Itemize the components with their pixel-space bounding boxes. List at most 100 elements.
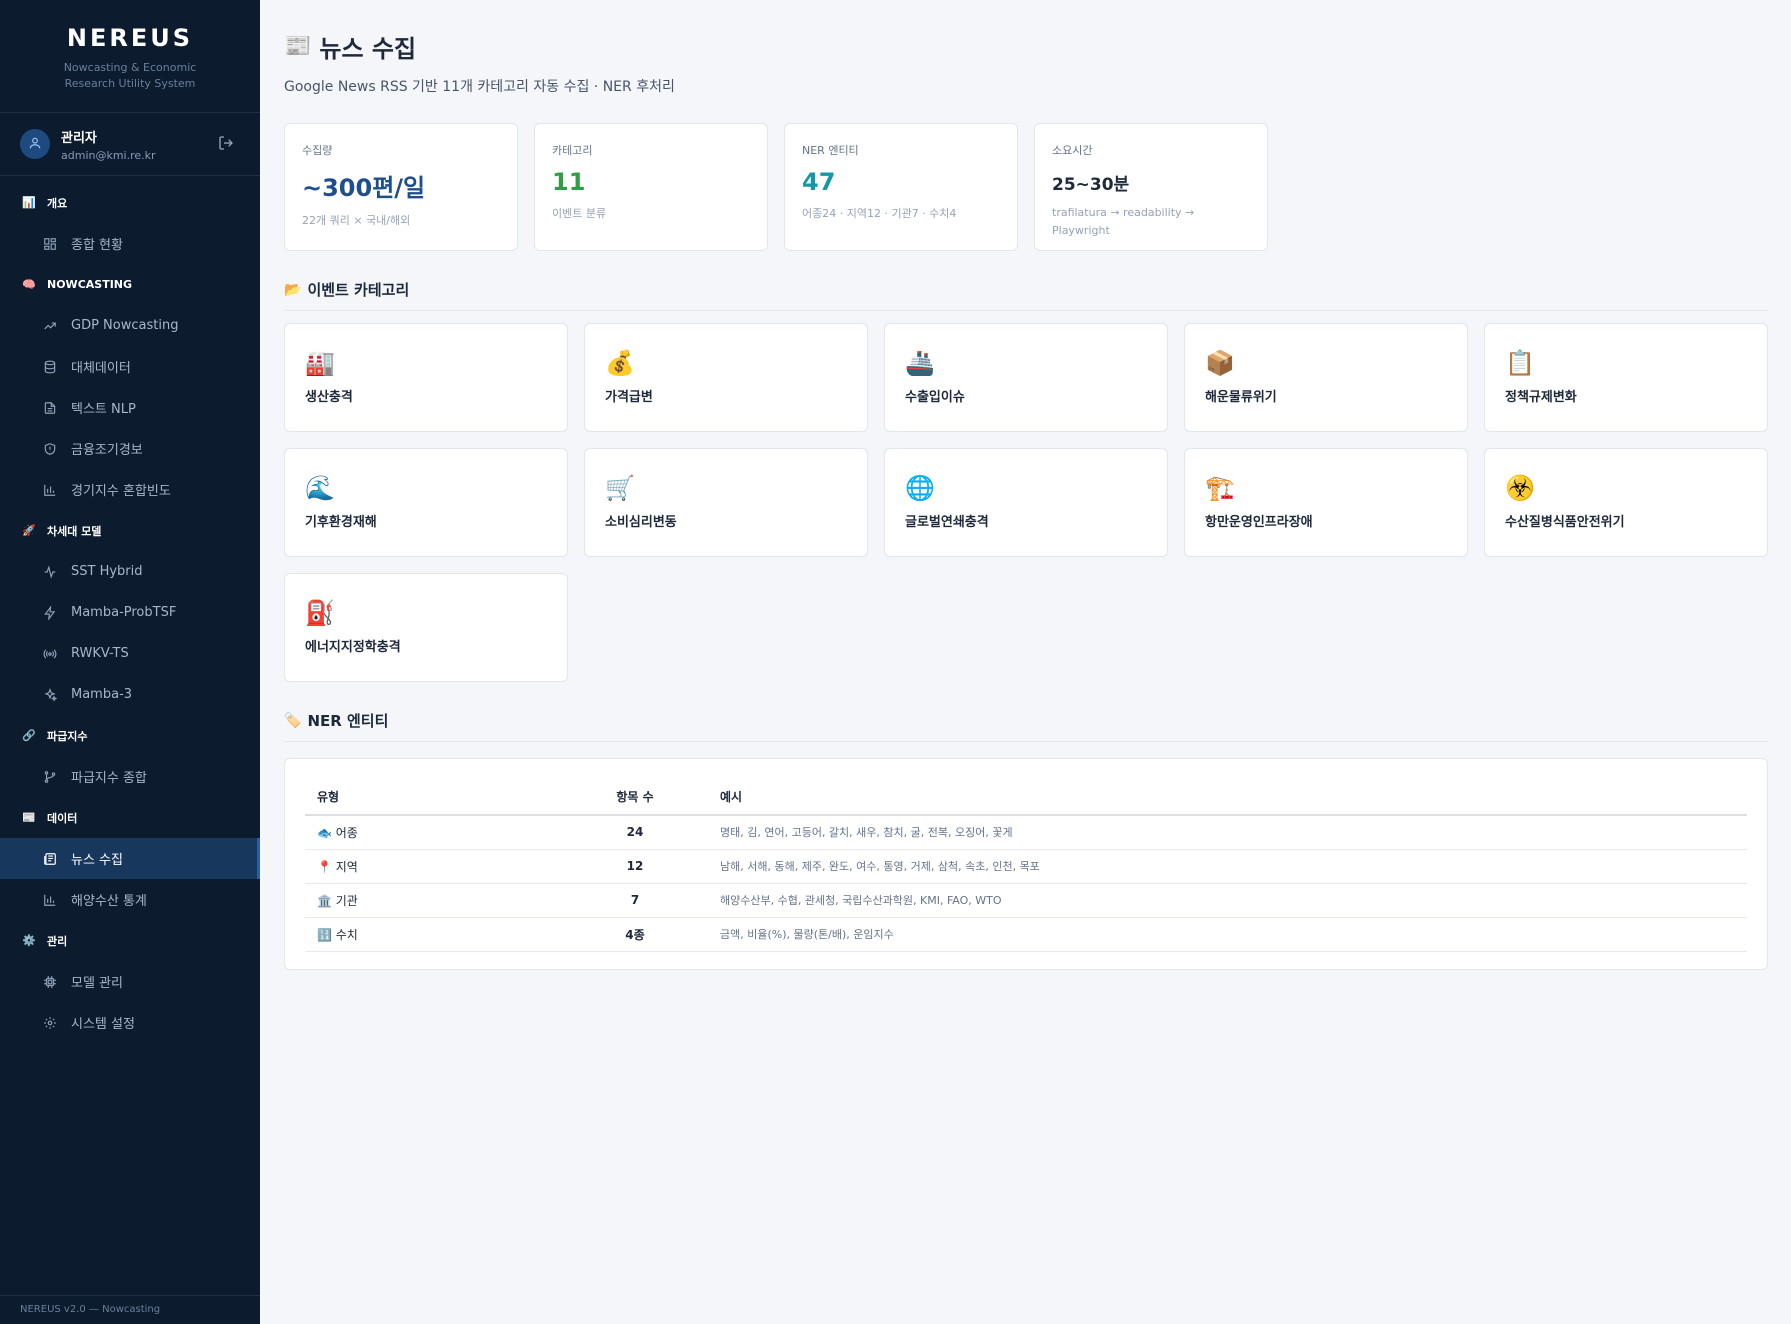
category-label: 정책규제변화 (1505, 390, 1577, 405)
sidebar-item-mixed-frequency[interactable]: 경기지수 혼합빈도 (0, 469, 260, 510)
fuel-pump-icon: ⛽ (305, 599, 335, 627)
clipboard-icon: 📋 (1505, 349, 1535, 377)
category-card-port-infra-failure[interactable]: 🏗️ 항만운영인프라장애 (1184, 448, 1468, 557)
nav-section-data: 📰 데이터 (0, 797, 260, 838)
cart-icon: 🛒 (605, 474, 635, 502)
cell-type: 🐟 어종 (305, 815, 580, 850)
main-content: 📰 뉴스 수집 Google News RSS 기반 11개 카테고리 자동 수… (284, 0, 1768, 970)
category-card-trade-issue[interactable]: 🚢 수출입이슈 (884, 323, 1168, 432)
sidebar-item-label: 텍스트 NLP (71, 402, 136, 417)
sidebar-item-news-collection[interactable]: 뉴스 수집 (0, 838, 260, 879)
brand-subtitle-line-1: Nowcasting & Economic (63, 61, 197, 74)
sidebar-item-label: 시스템 설정 (71, 1017, 135, 1032)
sidebar-item-ripple-summary[interactable]: 파급지수 종합 (0, 756, 260, 797)
cell-type: 📍 지역 (305, 849, 580, 884)
nav-section-label: 관리 (47, 934, 68, 948)
sidebar-item-overview[interactable]: 종합 현황 (0, 223, 260, 264)
stat-desc: 어종24 · 지역12 · 기관7 · 수치4 (802, 207, 957, 220)
section-heading-ner: 🏷️ NER 엔티티 (284, 710, 1768, 742)
biohazard-icon: ☣️ (1505, 474, 1535, 502)
sidebar-item-label: 모델 관리 (71, 976, 123, 991)
sidebar-item-label: 경기지수 혼합빈도 (71, 484, 171, 499)
stat-label: 수집량 (302, 144, 333, 157)
category-label: 해운물류위기 (1205, 390, 1277, 405)
category-card-price-swing[interactable]: 💰 가격급변 (584, 323, 868, 432)
ner-table: 유형 항목 수 예시 🐟 어종 24 명태, 김, 연어, 고등어, 갈치, 새… (305, 779, 1747, 952)
sidebar-item-alt-data[interactable]: 대체데이터 (0, 346, 260, 387)
nav-section-label: NOWCASTING (47, 278, 133, 291)
nav-section-next-gen-models: 🚀 차세대 모델 (0, 510, 260, 551)
stat-cards: 수집량 ~300편/일 22개 쿼리 × 국내/해외 카테고리 11 이벤트 분… (284, 123, 1768, 251)
trend-icon (42, 318, 58, 334)
sidebar-item-mamba-probtsf[interactable]: Mamba-ProbTSF (0, 592, 260, 633)
brand-title: NEREUS (66, 24, 194, 52)
newspaper-emoji-icon: 📰 (284, 34, 312, 59)
pulse-icon (42, 564, 58, 580)
user-panel: 관리자 admin@kmi.re.kr (0, 113, 260, 176)
sidebar-item-label: 종합 현황 (71, 238, 123, 253)
sidebar-item-system-settings[interactable]: 시스템 설정 (0, 1002, 260, 1043)
sparkle-icon (42, 687, 58, 703)
page-title-text: 뉴스 수집 (319, 35, 417, 63)
category-card-policy-change[interactable]: 📋 정책규제변화 (1484, 323, 1768, 432)
sidebar-item-sst-hybrid[interactable]: SST Hybrid (0, 551, 260, 592)
chip-icon (42, 974, 58, 990)
nav-section-label: 차세대 모델 (47, 524, 102, 538)
sidebar-item-label: RWKV-TS (71, 646, 129, 661)
category-label: 소비심리변동 (605, 515, 677, 530)
category-card-climate-disaster[interactable]: 🌊 기후환경재해 (284, 448, 568, 557)
table-header-row: 유형 항목 수 예시 (305, 779, 1747, 816)
category-card-global-chain-shock[interactable]: 🌐 글로벌연쇄충격 (884, 448, 1168, 557)
stat-desc: trafilatura → readability → Playwright (1052, 206, 1195, 237)
user-name: 관리자 (61, 130, 97, 146)
column-header-type: 유형 (305, 779, 580, 816)
category-card-energy-geopolitics[interactable]: ⛽ 에너지지정학충격 (284, 573, 568, 682)
table-row: 🔢 수치 4종 금액, 비율(%), 물량(톤/배), 운임지수 (305, 917, 1747, 952)
branch-icon (42, 769, 58, 785)
cell-count: 4종 (580, 917, 690, 952)
stat-label: NER 엔티티 (802, 144, 859, 157)
logout-icon[interactable] (218, 135, 234, 155)
stat-value: 47 (802, 168, 836, 196)
sidebar-item-label: 대체데이터 (71, 361, 131, 376)
category-label: 가격급변 (605, 390, 653, 405)
category-card-production-shock[interactable]: 🏭 생산충격 (284, 323, 568, 432)
sidebar-item-marine-stats[interactable]: 해양수산 통계 (0, 879, 260, 920)
document-icon (42, 400, 58, 416)
money-bag-icon: 💰 (605, 349, 635, 377)
sidebar-nav: 📊 개요 종합 현황 🧠 NOWCASTING GDP Nowcasting 대… (0, 176, 260, 1043)
category-card-consumer-sentiment[interactable]: 🛒 소비심리변동 (584, 448, 868, 557)
nav-section-label: 파급지수 (47, 729, 88, 743)
gear-emoji-icon: ⚙️ (22, 934, 36, 947)
stat-value: 25~30분 (1052, 175, 1130, 195)
stat-value: 11 (552, 168, 586, 196)
column-header-count: 항목 수 (580, 779, 690, 816)
sidebar-item-label: 해양수산 통계 (71, 894, 147, 909)
user-icon (28, 135, 42, 154)
nav-section-label: 데이터 (47, 811, 78, 825)
category-label: 글로벌연쇄충격 (905, 515, 989, 530)
sidebar-item-model-management[interactable]: 모델 관리 (0, 961, 260, 1002)
sidebar-item-label: GDP Nowcasting (71, 318, 179, 333)
stat-label: 소요시간 (1052, 144, 1093, 157)
tag-emoji-icon: 🏷️ (284, 712, 302, 729)
sidebar-item-label: SST Hybrid (71, 564, 143, 579)
bar-chart-icon (42, 482, 58, 498)
link-emoji-icon: 🔗 (22, 729, 36, 742)
brand-subtitle-line-2: Research Utility System (64, 77, 196, 90)
page-subtitle: Google News RSS 기반 11개 카테고리 자동 수집 · NER … (284, 79, 675, 95)
sidebar-item-gdp-nowcasting[interactable]: GDP Nowcasting (0, 305, 260, 346)
sidebar-item-financial-warning[interactable]: 금융조기경보 (0, 428, 260, 469)
wave-icon: 🌊 (305, 474, 335, 502)
radio-icon (42, 646, 58, 662)
sidebar-item-rwkv-ts[interactable]: RWKV-TS (0, 633, 260, 674)
category-card-shipping-crisis[interactable]: 📦 해운물류위기 (1184, 323, 1468, 432)
sidebar-item-mamba-3[interactable]: Mamba-3 (0, 674, 260, 715)
cell-count: 7 (580, 883, 690, 918)
brand-subtitle: Nowcasting & Economic Research Utility S… (0, 60, 260, 92)
sidebar-item-text-nlp[interactable]: 텍스트 NLP (0, 387, 260, 428)
cell-examples: 명태, 김, 연어, 고등어, 갈치, 새우, 참치, 굴, 전복, 오징어, … (690, 815, 1747, 850)
category-label: 에너지지정학충격 (305, 640, 401, 655)
nav-section-label: 개요 (47, 196, 68, 210)
category-card-food-safety-crisis[interactable]: ☣️ 수산질병식품안전위기 (1484, 448, 1768, 557)
